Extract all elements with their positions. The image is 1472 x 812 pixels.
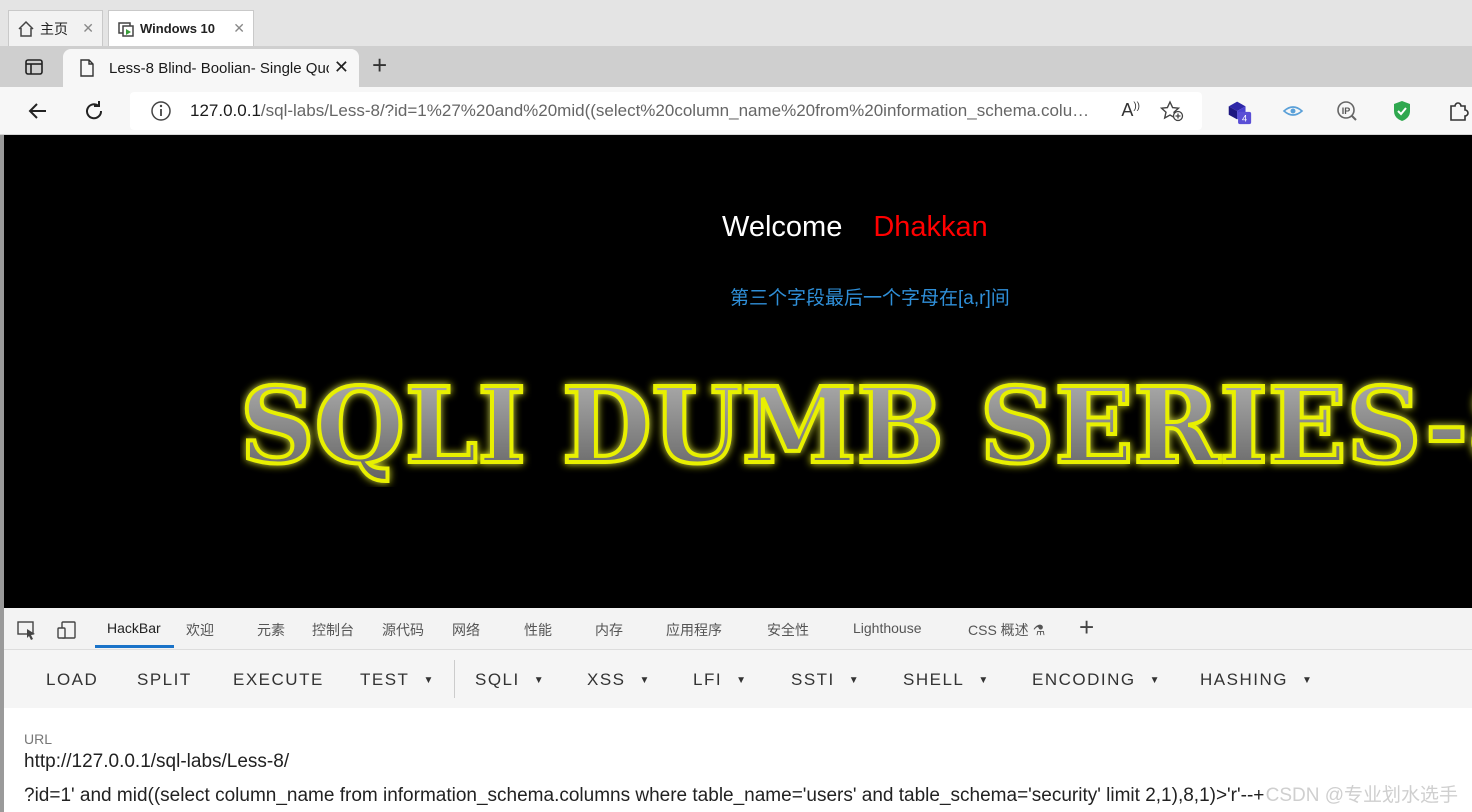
sqli-label: SQLI bbox=[475, 670, 520, 689]
toolbar-divider bbox=[454, 660, 455, 698]
ip-extension-icon[interactable]: IP bbox=[1333, 97, 1361, 125]
tab-memory[interactable]: 内存 bbox=[595, 620, 623, 640]
ssti-dropdown[interactable]: SSTI ▼ bbox=[791, 670, 859, 690]
page-icon bbox=[79, 59, 95, 77]
address-bar[interactable]: 127.0.0.1/sql-labs/Less-8/?id=1%27%20and… bbox=[130, 92, 1202, 130]
refresh-icon bbox=[86, 101, 103, 120]
shell-label: SHELL bbox=[903, 670, 965, 689]
caret-down-icon: ▼ bbox=[423, 675, 434, 686]
welcome-text: Welcome Dhakkan bbox=[722, 211, 988, 244]
refresh-button[interactable] bbox=[80, 97, 108, 125]
more-tabs-button[interactable]: + bbox=[1079, 612, 1094, 643]
caret-down-icon: ▼ bbox=[848, 675, 859, 686]
tab-active[interactable]: Less-8 Blind- Boolian- Single Quotes- St… bbox=[63, 49, 359, 87]
vm-tab-home[interactable]: 主页 ✕ bbox=[8, 10, 103, 46]
caret-down-icon: ▼ bbox=[736, 675, 746, 686]
load-button[interactable]: LOAD bbox=[46, 670, 98, 690]
tab-security[interactable]: 安全性 bbox=[767, 620, 809, 640]
split-button[interactable]: SPLIT bbox=[137, 670, 192, 690]
encoding-dropdown[interactable]: ENCODING ▼ bbox=[1032, 670, 1160, 690]
vm-icon bbox=[117, 20, 135, 38]
welcome-label: Welcome bbox=[722, 211, 843, 243]
execute-button[interactable]: EXECUTE bbox=[233, 670, 324, 690]
hashing-label: HASHING bbox=[1200, 670, 1288, 689]
tab-welcome[interactable]: 欢迎 bbox=[186, 620, 214, 640]
active-tab-indicator bbox=[95, 645, 174, 648]
hashing-dropdown[interactable]: HASHING ▼ bbox=[1200, 670, 1312, 690]
ssti-label: SSTI bbox=[791, 670, 835, 689]
hint-text: 第三个字段最后一个字母在[a,r]间 bbox=[730, 288, 1010, 309]
url-field-label: URL bbox=[24, 731, 53, 747]
back-button[interactable] bbox=[24, 97, 52, 125]
user-name: Dhakkan bbox=[873, 211, 988, 243]
svg-text:4: 4 bbox=[1242, 114, 1247, 124]
hackbar-url-area: URL http://127.0.0.1/sql-labs/Less-8/ ?i… bbox=[4, 708, 1472, 812]
url-path: /sql-labs/Less-8/?id=1%27%20and%20mid((s… bbox=[260, 101, 1090, 120]
browser-tab-bar: Less-8 Blind- Boolian- Single Quotes- St… bbox=[0, 47, 1472, 87]
add-favorite-icon[interactable] bbox=[1159, 100, 1184, 127]
close-icon[interactable]: ✕ bbox=[334, 57, 349, 78]
inspect-element-icon[interactable] bbox=[16, 620, 38, 640]
caret-down-icon: ▼ bbox=[639, 675, 650, 686]
devtools-tab-bar: HackBar 欢迎 元素 控制台 源代码 网络 性能 内存 应用程序 安全性 … bbox=[4, 608, 1472, 650]
xss-dropdown[interactable]: XSS ▼ bbox=[587, 670, 649, 690]
url-input-line1[interactable]: http://127.0.0.1/sql-labs/Less-8/ bbox=[24, 751, 289, 773]
tab-hackbar[interactable]: HackBar bbox=[107, 620, 161, 636]
lfi-label: LFI bbox=[693, 670, 723, 689]
page-content: Welcome Dhakkan 第三个字段最后一个字母在[a,r]间 SQLI D… bbox=[4, 135, 1472, 608]
tab-lighthouse[interactable]: Lighthouse bbox=[853, 620, 922, 636]
tab-actions-icon[interactable] bbox=[24, 57, 44, 77]
shell-dropdown[interactable]: SHELL ▼ bbox=[903, 670, 988, 690]
tab-css-overview-label: CSS 概述 bbox=[968, 622, 1029, 638]
caret-down-icon: ▼ bbox=[1149, 675, 1160, 686]
tab-network[interactable]: 网络 bbox=[452, 620, 480, 640]
caret-down-icon: ▼ bbox=[978, 675, 989, 686]
close-icon[interactable]: ✕ bbox=[233, 20, 245, 37]
close-icon[interactable]: ✕ bbox=[82, 20, 94, 37]
tab-css-overview[interactable]: CSS 概述 ⚗ bbox=[968, 620, 1045, 640]
vm-tab-windows10-label: Windows 10 bbox=[140, 21, 216, 36]
xss-label: XSS bbox=[587, 670, 626, 689]
url-input-line2[interactable]: ?id=1' and mid((select column_name from … bbox=[24, 785, 1324, 807]
back-arrow-icon bbox=[28, 103, 46, 119]
lfi-dropdown[interactable]: LFI ▼ bbox=[693, 670, 746, 690]
test-dropdown[interactable]: TEST ▼ bbox=[360, 670, 433, 690]
hackbar-toolbar: LOAD SPLIT EXECUTE TEST ▼ SQLI ▼ XSS ▼ LFI ▼… bbox=[4, 650, 1472, 708]
device-toolbar-icon[interactable] bbox=[56, 620, 78, 640]
address-url[interactable]: 127.0.0.1/sql-labs/Less-8/?id=1%27%20and… bbox=[190, 101, 1095, 121]
flask-icon: ⚗ bbox=[1032, 622, 1046, 638]
sqli-banner-image: SQLI DUMB SERIES-8 bbox=[240, 367, 1472, 487]
navigation-bar: 127.0.0.1/sql-labs/Less-8/?id=1%27%20and… bbox=[0, 87, 1472, 135]
encoding-label: ENCODING bbox=[1032, 670, 1136, 689]
watermark: CSDN @专业划水选手 bbox=[1265, 785, 1458, 806]
eye-extension-icon[interactable] bbox=[1279, 97, 1307, 125]
url-host: 127.0.0.1 bbox=[190, 101, 261, 120]
caret-down-icon: ▼ bbox=[1301, 675, 1312, 686]
tab-performance[interactable]: 性能 bbox=[524, 620, 552, 640]
tab-console[interactable]: 控制台 bbox=[312, 620, 354, 640]
extension-cube-icon[interactable]: 4 bbox=[1225, 97, 1253, 125]
shield-icon[interactable] bbox=[1388, 97, 1416, 125]
home-icon bbox=[17, 20, 35, 38]
vm-tab-windows10[interactable]: Windows 10 ✕ bbox=[108, 10, 254, 46]
read-aloud-icon[interactable]: A)) bbox=[1121, 100, 1140, 121]
new-tab-button[interactable]: + bbox=[372, 52, 387, 78]
info-icon[interactable] bbox=[150, 100, 172, 122]
tab-application[interactable]: 应用程序 bbox=[666, 620, 722, 640]
tab-title: Less-8 Blind- Boolian- Single Quotes- St… bbox=[109, 59, 329, 77]
extensions-puzzle-icon[interactable] bbox=[1444, 97, 1472, 125]
vm-tab-strip: 主页 ✕ Windows 10 ✕ bbox=[0, 0, 1472, 47]
tab-elements[interactable]: 元素 bbox=[257, 620, 285, 640]
svg-text:IP: IP bbox=[1342, 106, 1351, 116]
sqli-dropdown[interactable]: SQLI ▼ bbox=[475, 670, 544, 690]
caret-down-icon: ▼ bbox=[533, 675, 544, 686]
tab-sources[interactable]: 源代码 bbox=[382, 620, 424, 640]
test-label: TEST bbox=[360, 670, 410, 689]
vm-tab-home-label: 主页 bbox=[40, 20, 68, 37]
svg-text:SQLI DUMB SERIES-8: SQLI DUMB SERIES-8 bbox=[240, 367, 1472, 487]
